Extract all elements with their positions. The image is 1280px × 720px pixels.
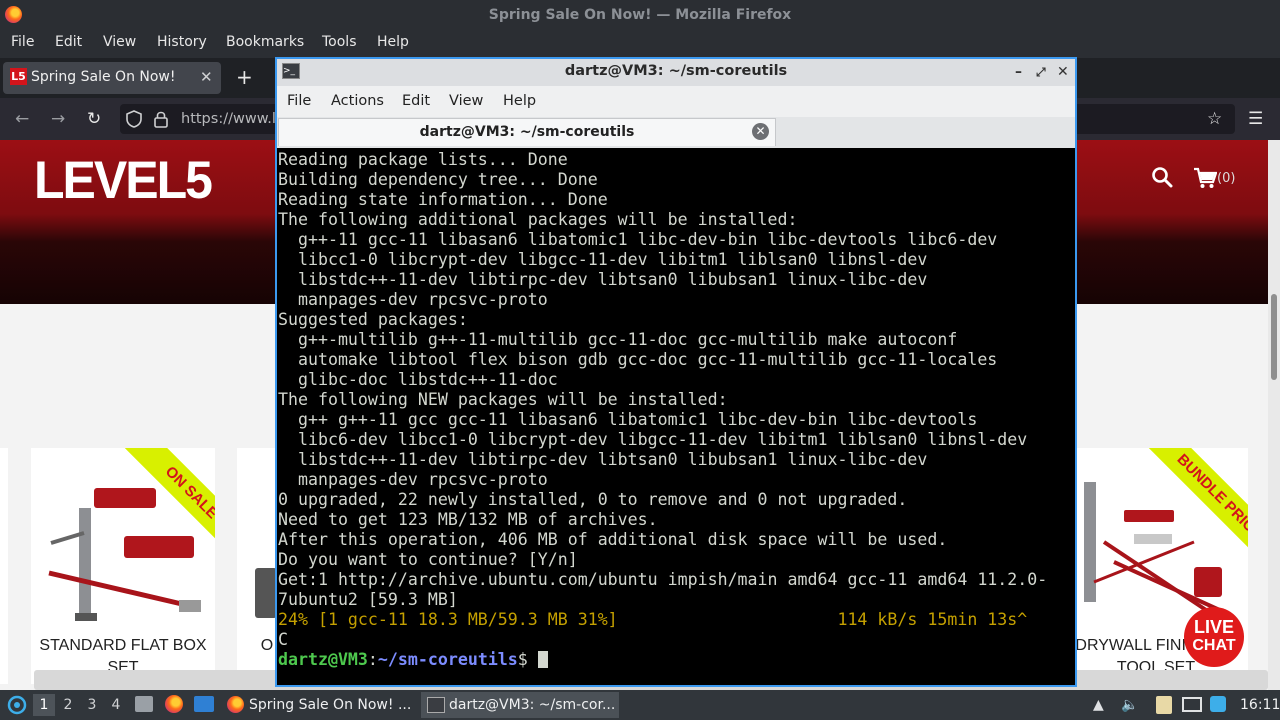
terminal-scrollback: Reading package lists... Done Building d… (278, 150, 1048, 609)
taskbar (0, 690, 1280, 720)
terminal-tab-close-icon[interactable]: ✕ (752, 123, 769, 140)
terminal-cursor (537, 651, 548, 668)
file-manager-icon[interactable] (135, 696, 153, 712)
network-icon[interactable] (1182, 697, 1202, 712)
tab-title: Spring Sale On Now! (31, 69, 176, 85)
minimize-icon[interactable]: – (1015, 62, 1022, 82)
prompt-symbol: $ (517, 650, 538, 669)
workspace-2[interactable]: 2 (57, 694, 79, 716)
terminal-icon (427, 697, 445, 713)
firefox-icon (5, 6, 22, 23)
url-text: https://www.l (181, 111, 276, 127)
product-image (48, 488, 201, 621)
shield-icon[interactable] (126, 110, 142, 128)
firefox-window-title: Spring Sale On Now! — Mozilla Firefox (488, 7, 792, 23)
terminal-screen[interactable]: Reading package lists... Done Building d… (278, 150, 1074, 684)
terminal-menu-view[interactable]: View (449, 89, 483, 113)
workspace-3[interactable]: 3 (81, 694, 103, 716)
taskbar-task-terminal-label: dartz@VM3: ~/sm-cor... (449, 697, 616, 713)
live-chat-label-1: LIVE (1193, 617, 1234, 637)
menu-view[interactable]: View (103, 30, 136, 58)
back-icon[interactable]: ← (15, 108, 29, 130)
volume-icon[interactable]: 🔈 (1121, 697, 1138, 713)
menu-tools[interactable]: Tools (322, 30, 357, 58)
page-scrollbar-thumb[interactable] (1271, 294, 1277, 380)
reload-icon[interactable]: ↻ (87, 108, 101, 130)
tab-close-icon[interactable]: ✕ (200, 66, 213, 88)
terminal-menu-edit[interactable]: Edit (402, 89, 430, 113)
forward-icon[interactable]: → (51, 108, 65, 130)
maximize-icon[interactable]: ⤢ (1036, 62, 1046, 82)
taskbar-task-firefox-label: Spring Sale On Now! ... (249, 697, 412, 713)
product-image (1084, 482, 1226, 622)
menu-help[interactable]: Help (377, 30, 409, 58)
clipboard-icon[interactable] (1156, 696, 1172, 714)
product-card[interactable] (0, 448, 8, 684)
cart-icon[interactable] (1193, 167, 1217, 189)
firefox-icon (227, 696, 244, 713)
lock-icon[interactable] (153, 110, 169, 128)
prompt-path: ~/sm-coreutils (377, 650, 518, 669)
page-scrollbar[interactable] (1268, 140, 1280, 690)
bookmark-star-icon[interactable]: ☆ (1207, 108, 1222, 130)
workspace-4[interactable]: 4 (105, 694, 127, 716)
search-icon[interactable] (1151, 166, 1173, 188)
product-card[interactable]: ON SALE STANDARD FLAT BOX SET (31, 448, 215, 684)
terminal-tab-label: dartz@VM3: ~/sm-coreutils (419, 124, 635, 140)
start-menu-icon[interactable] (7, 694, 27, 716)
menu-bookmarks[interactable]: Bookmarks (226, 30, 304, 58)
desktop-icon[interactable] (194, 696, 214, 712)
app-menu-icon[interactable]: ☰ (1248, 108, 1263, 130)
download-progress-line: 24% [1 gcc-11 18.3 MB/59.3 MB 31%] 114 k… (278, 610, 1028, 629)
tray-expand-icon[interactable]: ▲ (1093, 697, 1104, 713)
cart-count[interactable]: (0) (1217, 169, 1235, 189)
site-logo[interactable]: LEVEL5 (34, 149, 213, 212)
firefox-menubar: File Edit View History Bookmarks Tools H… (0, 30, 1280, 58)
firefox-launcher-icon[interactable] (165, 695, 183, 713)
live-chat-button[interactable]: LIVE CHAT (1184, 607, 1244, 667)
terminal-menu-actions[interactable]: Actions (331, 89, 384, 113)
clock[interactable]: 16:11 (1240, 690, 1280, 720)
interrupt-line: C (278, 630, 288, 649)
terminal-output: Reading package lists... Done Building d… (278, 150, 1074, 670)
prompt-user: dartz@VM3 (278, 650, 368, 669)
menu-edit[interactable]: Edit (55, 30, 82, 58)
terminal-menu-help[interactable]: Help (503, 89, 536, 113)
workspace-1[interactable]: 1 (33, 694, 55, 716)
terminal-menu-file[interactable]: File (287, 89, 311, 113)
product-image (255, 568, 277, 618)
tab-favicon: L5 (10, 68, 27, 85)
menu-file[interactable]: File (11, 30, 34, 58)
close-icon[interactable]: ✕ (1057, 62, 1069, 82)
terminal-window-title: dartz@VM3: ~/sm-coreutils (564, 63, 788, 79)
menu-history[interactable]: History (157, 30, 207, 58)
terminal-menubar (277, 86, 1075, 117)
prompt-separator: : (367, 650, 378, 669)
updates-icon[interactable] (1210, 696, 1226, 712)
live-chat-label-2: CHAT (1192, 637, 1236, 654)
new-tab-button[interactable]: + (236, 63, 253, 91)
